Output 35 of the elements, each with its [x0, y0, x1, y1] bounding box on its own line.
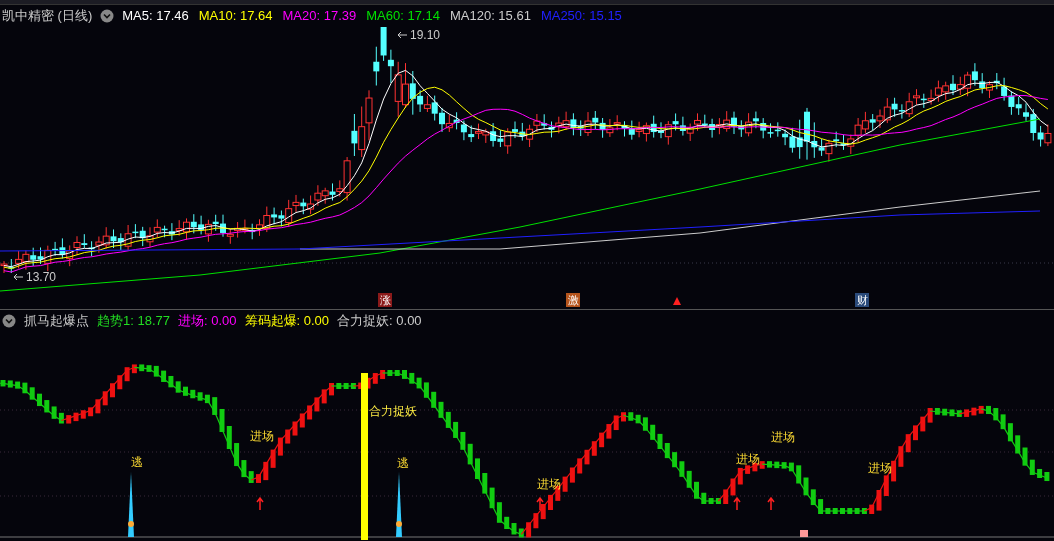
event-badge[interactable]: 激 [566, 293, 580, 307]
entry-signal-label: 进场 [537, 477, 561, 491]
entry-signal-label: 进场 [736, 452, 760, 466]
left-arrow-icon [13, 273, 24, 281]
up-arrow-icon [256, 496, 264, 511]
indicator-legend-value: 进场: 0.00 [178, 312, 237, 331]
escape-signal-label: 逃 [397, 456, 409, 470]
ma-legend-value: MA10: 17.64 [198, 7, 273, 26]
left-arrow-icon [397, 31, 408, 39]
event-badge[interactable]: 涨 [378, 293, 392, 307]
demon-signal-label: 合力捉妖 [369, 404, 417, 418]
marker-icon [800, 530, 808, 537]
entry-signal-label: 进场 [771, 430, 795, 444]
ma-legend-value: MA20: 17.39 [282, 7, 357, 26]
event-flag-icon[interactable] [673, 297, 681, 305]
ma-legend-value: MA5: 17.46 [122, 7, 189, 26]
up-arrow-icon [733, 496, 741, 511]
indicator-legend-value: 筹码起爆: 0.00 [244, 312, 330, 331]
ma-legend-value: MA250: 15.15 [540, 7, 622, 26]
collapse-icon[interactable] [2, 314, 16, 328]
entry-signal-label: 进场 [868, 461, 892, 475]
ma-legend-value: MA60: 17.14 [366, 7, 440, 26]
up-arrow-icon [536, 496, 544, 511]
indicator-legend-value: 合力捉妖: 0.00 [337, 312, 422, 331]
collapse-icon[interactable] [100, 9, 115, 23]
escape-signal-label: 逃 [131, 455, 143, 469]
event-badge[interactable]: 财 [855, 293, 869, 307]
chart-title: 凯中精密 (日线) [2, 7, 93, 26]
indicator-legend-value: 趋势1: 18.77 [97, 312, 170, 331]
entry-signal-label: 进场 [250, 429, 274, 443]
indicator-title: 抓马起爆点 [24, 312, 89, 331]
low-price-label: 13.70 [26, 270, 57, 284]
ma-legend-value: MA120: 15.61 [449, 7, 531, 26]
high-price-label: 19.10 [410, 28, 441, 42]
up-arrow-icon [767, 496, 775, 511]
